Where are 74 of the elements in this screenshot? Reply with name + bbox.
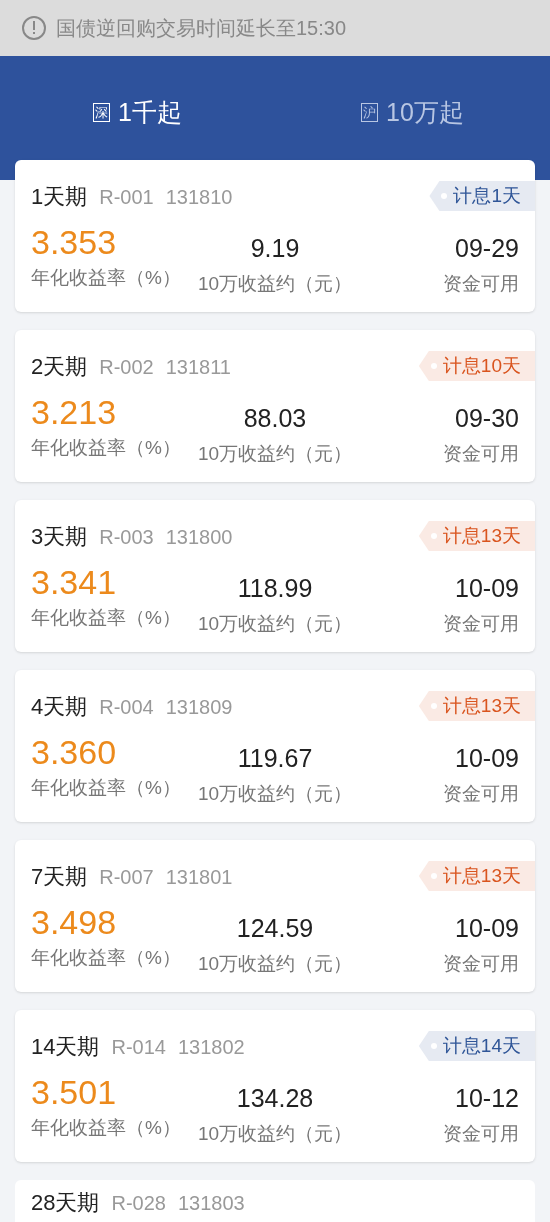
income-value: 134.28 [236,1083,314,1114]
income-caption: 10万收益约（元） [197,782,353,806]
interest-tag: 计息13天 [418,861,535,891]
product-number: 131802 [177,1034,245,1060]
available-date: 10-09 [455,743,519,774]
income-caption: 10万收益约（元） [197,952,353,976]
product-code: R-001 [99,184,154,210]
alert-icon [22,16,46,40]
term-label: 2天期 [31,352,88,381]
interest-tag: 计息10天 [418,351,535,381]
interest-tag: 计息13天 [418,521,535,551]
available-date: 10-09 [455,573,519,604]
income-value: 118.99 [237,573,313,604]
tab[interactable]: 深 1千起 [0,94,275,132]
income-caption: 10万收益约（元） [197,612,353,636]
product-card[interactable]: 14天期 R-014 131802 计息14天 3.501 年化收益率（%） 134.28 10万收益约（元） 10-12 资金可用 [15,1010,535,1162]
product-card[interactable]: 28天期 R-028 131803 [15,1180,535,1222]
rate-caption: 年化收益率（%） [31,776,182,800]
date-caption: 资金可用 [443,1122,519,1146]
notice-text: 国债逆回购交易时间延长至15:30 [56,16,347,41]
product-card[interactable]: 4天期 R-004 131809 计息13天 3.360 年化收益率（%） 119.67 10万收益约（元） 10-09 资金可用 [15,670,535,822]
interest-tag: 计息14天 [418,1031,535,1061]
product-code: R-014 [111,1034,166,1060]
rate-caption: 年化收益率（%） [31,1116,182,1140]
income-caption: 10万收益约（元） [197,442,353,466]
date-caption: 资金可用 [443,952,519,976]
product-number: 131810 [165,184,233,210]
available-date: 09-30 [455,403,519,434]
tab[interactable]: 沪 10万起 [275,94,550,132]
term-label: 3天期 [31,522,88,551]
interest-tag: 计息13天 [418,691,535,721]
product-card[interactable]: 1天期 R-001 131810 计息1天 3.353 年化收益率（%） 9.19 10万收益约（元） 09-29 资金可用 [15,160,535,312]
product-number: 131801 [165,864,233,890]
product-number: 131809 [165,694,233,720]
rate-caption: 年化收益率（%） [31,266,182,290]
term-label: 28天期 [31,1188,100,1217]
rate-caption: 年化收益率（%） [31,946,182,970]
income-value: 9.19 [250,233,300,264]
product-code: R-002 [99,354,154,380]
rate-caption: 年化收益率（%） [31,436,182,460]
product-code: R-004 [99,694,154,720]
available-date: 10-09 [455,913,519,944]
product-number: 131811 [165,354,231,380]
product-code: R-007 [99,864,154,890]
interest-tag: 计息1天 [429,181,535,211]
product-card[interactable]: 7天期 R-007 131801 计息13天 3.498 年化收益率（%） 124.59 10万收益约（元） 10-09 资金可用 [15,840,535,992]
annual-rate: 3.501 [31,1072,118,1113]
date-caption: 资金可用 [443,272,519,296]
term-label: 7天期 [31,862,88,891]
date-caption: 资金可用 [443,612,519,636]
income-value: 124.59 [236,913,314,944]
date-caption: 资金可用 [443,782,519,806]
term-label: 14天期 [31,1032,100,1061]
product-number: 131803 [177,1190,245,1216]
income-caption: 10万收益约（元） [197,1122,353,1146]
annual-rate: 3.498 [31,902,118,943]
annual-rate: 3.341 [31,562,118,603]
product-code: R-003 [99,524,154,550]
product-code: R-028 [111,1190,166,1216]
available-date: 10-12 [455,1083,519,1114]
rate-caption: 年化收益率（%） [31,606,182,630]
income-value: 88.03 [243,403,307,434]
term-label: 4天期 [31,692,88,721]
annual-rate: 3.360 [31,732,118,773]
annual-rate: 3.353 [31,222,118,263]
product-card[interactable]: 3天期 R-003 131800 计息13天 3.341 年化收益率（%） 118.99 10万收益约（元） 10-09 资金可用 [15,500,535,652]
date-caption: 资金可用 [443,442,519,466]
income-value: 119.67 [237,743,313,774]
term-label: 1天期 [31,182,88,211]
annual-rate: 3.213 [31,392,118,433]
available-date: 09-29 [455,233,519,264]
product-number: 131800 [165,524,233,550]
income-caption: 10万收益约（元） [197,272,353,296]
product-card[interactable]: 2天期 R-002 131811 计息10天 3.213 年化收益率（%） 88.03 10万收益约（元） 09-30 资金可用 [15,330,535,482]
